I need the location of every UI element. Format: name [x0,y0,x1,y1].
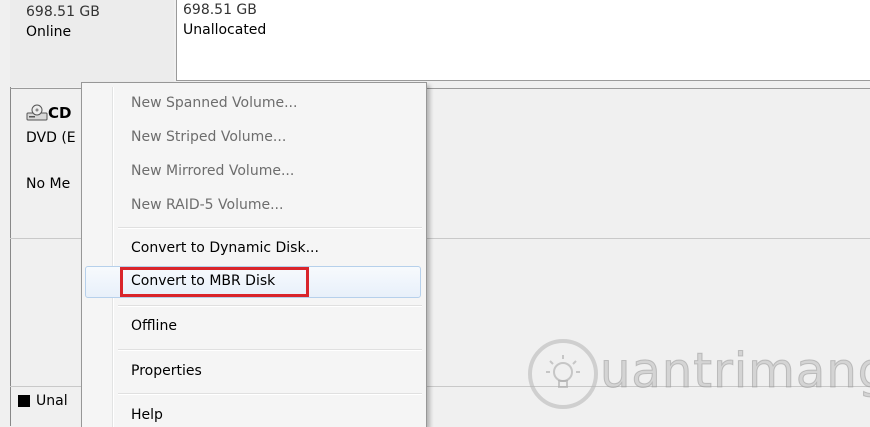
partition-status: Unallocated [183,22,267,38]
menu-separator [118,305,422,307]
cdrom-header[interactable]: CD [26,104,71,122]
cdrom-media: No Me [26,176,71,192]
menu-item-new-mirrored-volume[interactable]: New Mirrored Volume... [131,159,294,183]
cdrom-type: DVD (E [26,130,76,146]
menu-item-new-striped-volume[interactable]: New Striped Volume... [131,125,286,149]
menu-item-new-raid5-volume[interactable]: New RAID-5 Volume... [131,193,283,217]
disk-size-label: 698.51 GB [26,4,100,20]
watermark-logo: uantrimang [528,328,870,414]
legend-unallocated-label: Unal [36,393,68,409]
menu-separator [118,227,422,229]
unallocated-partition[interactable]: 698.51 GB Unallocated [176,0,870,81]
menu-item-help[interactable]: Help [131,403,163,427]
cdrom-name: CD [48,104,72,122]
partition-size: 698.51 GB [183,2,257,18]
menu-gutter-highlight [113,87,114,427]
legend-unallocated-swatch [18,395,30,407]
menu-item-new-spanned-volume[interactable]: New Spanned Volume... [131,91,297,115]
menu-separator [118,393,422,395]
menu-item-offline[interactable]: Offline [131,314,177,338]
watermark-text: uantrimang [599,343,870,400]
menu-separator [118,349,422,351]
context-menu: New Spanned Volume... New Striped Volume… [81,82,427,427]
disk-status: Online [26,24,72,40]
menu-item-convert-dynamic[interactable]: Convert to Dynamic Disk... [131,236,319,260]
lightbulb-icon [528,339,598,409]
cdrom-icon [26,104,48,122]
menu-item-properties[interactable]: Properties [131,359,202,383]
highlight-annotation-box [120,267,309,297]
